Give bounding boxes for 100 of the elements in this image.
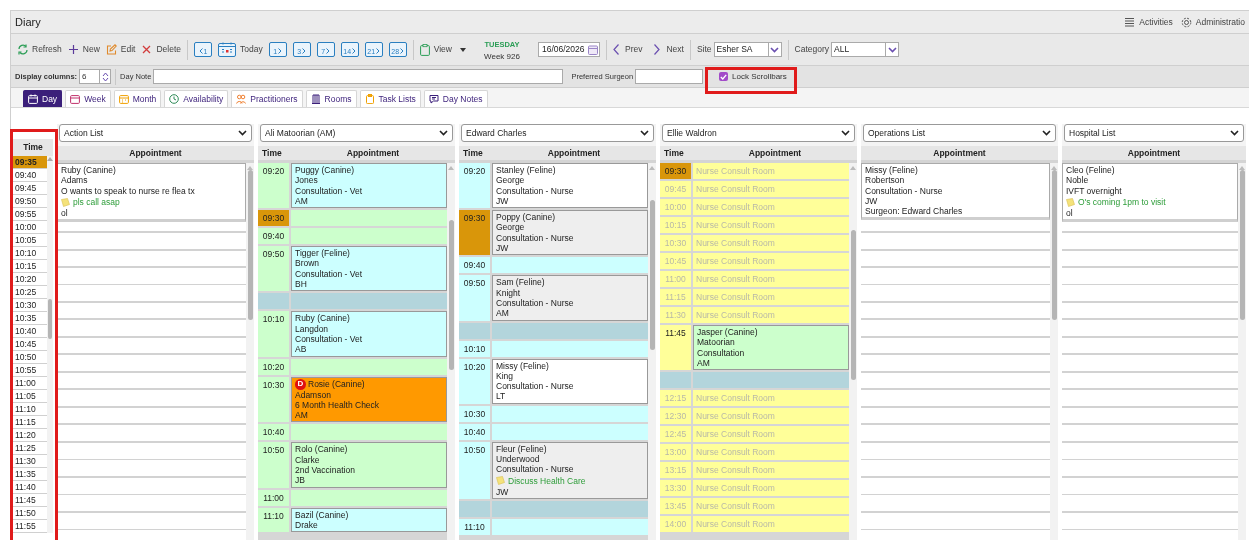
- empty-slot[interactable]: [291, 424, 447, 441]
- appointment-line: AM: [295, 195, 309, 207]
- appointment-card[interactable]: Fleur (Feline) Underwood Consultation - Nurse Discuss Health Care JW: [492, 441, 648, 500]
- columns-spinner[interactable]: 6: [79, 69, 112, 84]
- appointment-card[interactable]: Jasper (Canine) Matoorian Consultation AM: [693, 325, 849, 371]
- list-entry[interactable]: Ruby (Canine) Adams O wants to speak to nurse re flea tx pls call asap ol: [57, 163, 246, 223]
- appointment-line: Poppy (Canine): [496, 212, 557, 223]
- scrollbar-thumb[interactable]: [649, 200, 655, 350]
- column-select[interactable]: Ali Matoorian (AM): [260, 124, 453, 142]
- appointment-card[interactable]: Puggy (Canine) Jones Consultation - Vet AM: [291, 163, 447, 209]
- empty-slot[interactable]: [291, 228, 447, 245]
- lock-scrollbars-checkbox[interactable]: Lock Scrollbars: [719, 70, 787, 83]
- appointment-line: Consultation - Vet: [295, 268, 364, 280]
- time-cell: 10:55: [13, 364, 47, 377]
- caret-icon: [460, 47, 466, 52]
- appointment-line: Rolo (Canine): [295, 444, 349, 455]
- tab[interactable]: Availability: [164, 90, 229, 107]
- empty-slot[interactable]: [492, 405, 648, 422]
- header-link[interactable]: Activities: [1124, 15, 1173, 29]
- time-cell: 10:35: [13, 312, 47, 325]
- appointment-line: Consultation: [697, 347, 746, 358]
- time-cell: 09:20: [459, 163, 490, 209]
- appointment-line: AM: [697, 357, 711, 369]
- edit-button[interactable]: Edit: [105, 43, 136, 56]
- tab[interactable]: Month: [113, 90, 162, 107]
- list-entry[interactable]: Cleo (Feline) Noble IVFT overnight O's coming 1pm to visit ol: [1062, 163, 1238, 223]
- scrollbar-thumb[interactable]: [48, 299, 52, 339]
- delete-button[interactable]: Delete: [141, 43, 181, 56]
- calendar-icon: [588, 44, 598, 55]
- time-cell: 10:05: [13, 234, 47, 247]
- tab[interactable]: Day: [23, 90, 63, 107]
- appointment-card[interactable]: Stanley (Feline) George Consultation - Nurse JW: [492, 163, 648, 209]
- today-button[interactable]: Today: [218, 42, 263, 57]
- list-entry[interactable]: Missy (Feline) Robertson Consultation - Nurse JW Surgeon: Edward Charles: [861, 163, 1050, 221]
- site-select[interactable]: Esher SA: [713, 42, 782, 57]
- settings-icon: [1180, 16, 1192, 28]
- appointment-card[interactable]: D Rosie (Canine) Adamson 6 Month Health Check AM: [291, 376, 447, 423]
- next-button[interactable]: Next: [654, 43, 684, 56]
- column-select[interactable]: Operations List: [863, 124, 1056, 142]
- time-cell: 11:50: [13, 507, 47, 520]
- prev-button[interactable]: Prev: [613, 43, 643, 56]
- appointment-card[interactable]: Tigger (Feline) Brown Consultation - Vet BH: [291, 246, 447, 292]
- date-field[interactable]: 16/06/2026: [538, 42, 600, 57]
- appointment-card[interactable]: Ruby (Canine) Langdon Consultation - Vet AB: [291, 311, 447, 357]
- appointment-line: Consultation - Nurse: [496, 464, 575, 475]
- category-select[interactable]: ALL: [831, 42, 900, 57]
- scrollbar-thumb[interactable]: [247, 170, 253, 320]
- empty-slot[interactable]: [492, 519, 648, 536]
- tab[interactable]: Day Notes: [423, 90, 488, 107]
- empty-slot[interactable]: [291, 358, 447, 375]
- tab[interactable]: Week: [65, 90, 111, 107]
- scrollbar-thumb[interactable]: [448, 220, 454, 370]
- chevron-down-icon: [640, 130, 649, 136]
- appointment-card[interactable]: Missy (Feline) King Consultation - Nurse LT: [492, 358, 648, 404]
- tab[interactable]: Task Lists: [359, 90, 421, 107]
- column-select[interactable]: Ellie Waldron: [662, 124, 855, 142]
- time-cell: 11:10: [258, 507, 289, 533]
- time-cell: 10:15: [660, 217, 691, 233]
- column-select[interactable]: Edward Charles: [461, 124, 654, 142]
- time-cell: 11:45: [13, 494, 47, 507]
- appointment-line: Consultation - Nurse: [865, 185, 944, 196]
- refresh-button[interactable]: Refresh: [17, 43, 62, 56]
- empty-slot[interactable]: [291, 210, 447, 227]
- people-icon: [236, 94, 247, 104]
- empty-slot[interactable]: [492, 257, 648, 274]
- column-select[interactable]: Action List: [59, 124, 252, 142]
- appointment-line: Noble: [1066, 175, 1090, 186]
- time-cell: 09:45: [660, 181, 691, 197]
- time-cell: 09:50: [258, 246, 289, 292]
- time-cell: 09:30: [660, 163, 691, 179]
- empty-slot[interactable]: [492, 340, 648, 357]
- scroll-up-icon: [850, 165, 856, 170]
- preferred-surgeon-field[interactable]: [635, 69, 704, 84]
- tab[interactable]: Practitioners: [231, 90, 303, 107]
- view-button[interactable]: View: [419, 43, 466, 56]
- appointment-line: 2nd Vaccination: [295, 465, 356, 476]
- scrollbar-thumb[interactable]: [1051, 170, 1057, 320]
- time-cell: 11:00: [13, 377, 47, 390]
- new-button[interactable]: New: [67, 43, 100, 56]
- appointment-card[interactable]: Poppy (Canine) George Consultation - Nurse JW: [492, 210, 648, 256]
- time-cell: 11:55: [13, 520, 47, 533]
- header-link[interactable]: Administratio: [1180, 15, 1245, 29]
- scrollbar-thumb[interactable]: [850, 230, 856, 380]
- time-cell: 09:40: [459, 257, 490, 274]
- column-select[interactable]: Hospital List: [1064, 124, 1244, 142]
- time-cell: 09:30: [258, 210, 289, 227]
- appointment-line: AB: [295, 344, 308, 355]
- day-note-field[interactable]: [153, 69, 564, 84]
- time-cell: 10:40: [459, 423, 490, 440]
- empty-slot[interactable]: [291, 489, 447, 506]
- appointment-line: Adams: [61, 175, 89, 186]
- column-header: Time: [663, 146, 685, 160]
- scrollbar-thumb[interactable]: [1239, 170, 1245, 320]
- appointment-card[interactable]: Sam (Feline) Knight Consultation - Nurse AM: [492, 275, 648, 321]
- appointment-card[interactable]: Rolo (Canine) Clarke 2nd Vaccination JB: [291, 442, 447, 488]
- appointment-card[interactable]: Bazil (Canine) Drake: [291, 507, 447, 533]
- appointment-line: Jasper (Canine): [697, 327, 759, 338]
- empty-slot[interactable]: [492, 423, 648, 440]
- tab[interactable]: Rooms: [305, 90, 357, 107]
- edit-icon: [105, 44, 117, 55]
